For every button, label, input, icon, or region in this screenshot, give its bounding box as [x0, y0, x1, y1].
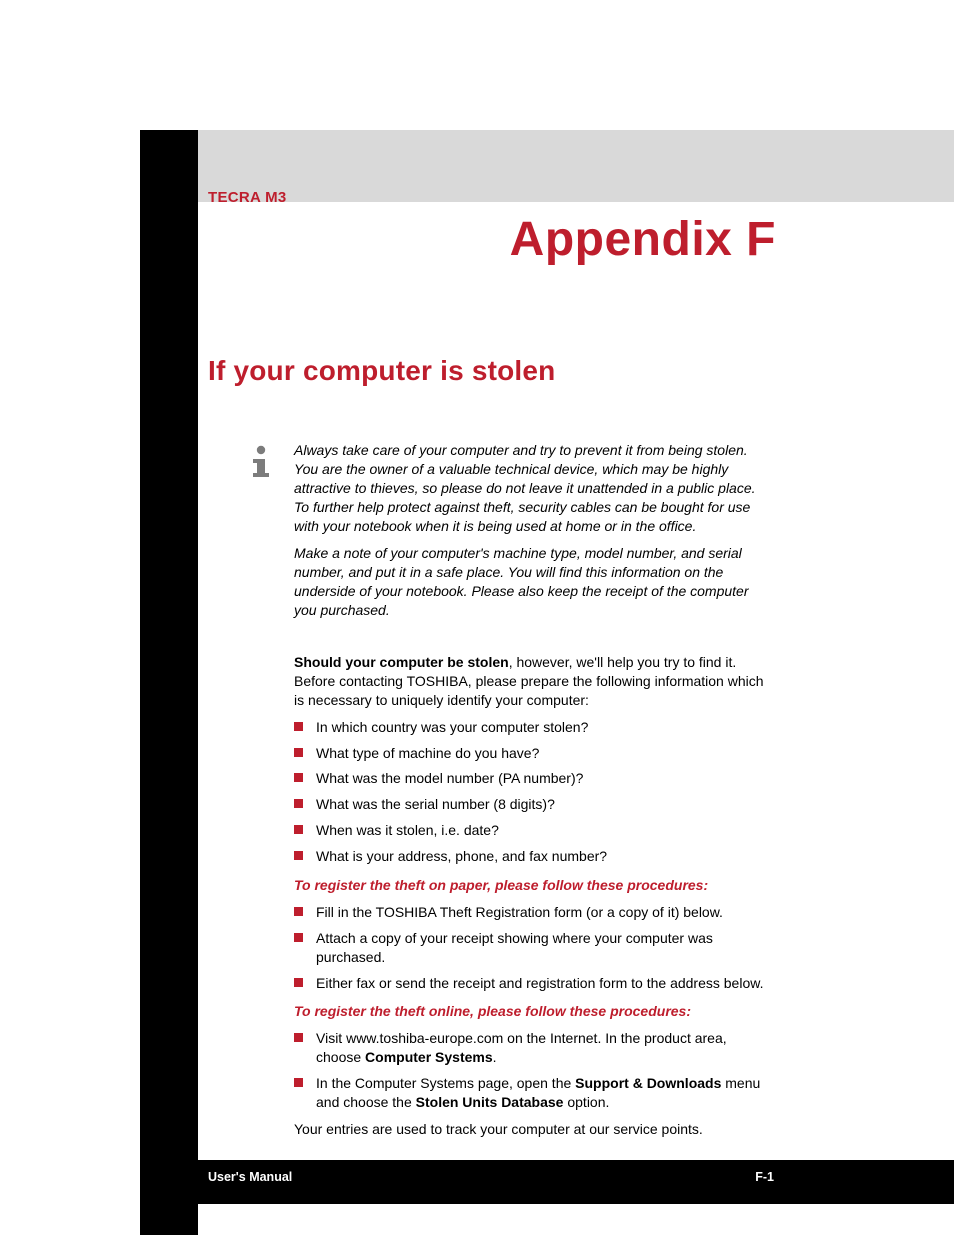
- online-steps-list: Visit www.toshiba-europe.com on the Inte…: [294, 1029, 774, 1112]
- footer-left: User's Manual: [208, 1170, 292, 1184]
- page-content: TECRA M3 Appendix F If your computer is …: [198, 130, 774, 1147]
- list-item: What was the serial number (8 digits)?: [294, 795, 774, 814]
- body-block: Should your computer be stolen, however,…: [294, 653, 774, 1139]
- paper-subhead: To register the theft on paper, please f…: [294, 876, 774, 895]
- closing-paragraph: Your entries are used to track your comp…: [294, 1120, 774, 1139]
- footer-right: F-1: [755, 1170, 774, 1184]
- appendix-title: Appendix F: [198, 212, 776, 267]
- list-item: Either fax or send the receipt and regis…: [294, 974, 774, 993]
- questions-list: In which country was your computer stole…: [294, 718, 774, 866]
- list-item: Fill in the TOSHIBA Theft Registration f…: [294, 903, 774, 922]
- list-item: In which country was your computer stole…: [294, 718, 774, 737]
- list-item: Visit www.toshiba-europe.com on the Inte…: [294, 1029, 774, 1067]
- list-item: What is your address, phone, and fax num…: [294, 847, 774, 866]
- product-name: TECRA M3: [208, 189, 774, 206]
- info-text: Always take care of your computer and tr…: [294, 441, 774, 629]
- list-item: In the Computer Systems page, open the S…: [294, 1074, 774, 1112]
- intro-paragraph: Should your computer be stolen, however,…: [294, 653, 774, 710]
- list-item: Attach a copy of your receipt showing wh…: [294, 929, 774, 967]
- paper-steps-list: Fill in the TOSHIBA Theft Registration f…: [294, 903, 774, 993]
- online-subhead: To register the theft online, please fol…: [294, 1002, 774, 1021]
- footer-bar: User's Manual F-1: [140, 1160, 954, 1204]
- info-paragraph-1: Always take care of your computer and tr…: [294, 441, 774, 535]
- intro-lead-bold: Should your computer be stolen: [294, 654, 509, 670]
- left-black-bar: [140, 130, 198, 1235]
- info-paragraph-2: Make a note of your computer's machine t…: [294, 544, 774, 620]
- section-title: If your computer is stolen: [208, 355, 774, 387]
- info-icon: [246, 445, 276, 629]
- list-item: What was the model number (PA number)?: [294, 769, 774, 788]
- list-item: What type of machine do you have?: [294, 744, 774, 763]
- list-item: When was it stolen, i.e. date?: [294, 821, 774, 840]
- info-block: Always take care of your computer and tr…: [246, 441, 774, 629]
